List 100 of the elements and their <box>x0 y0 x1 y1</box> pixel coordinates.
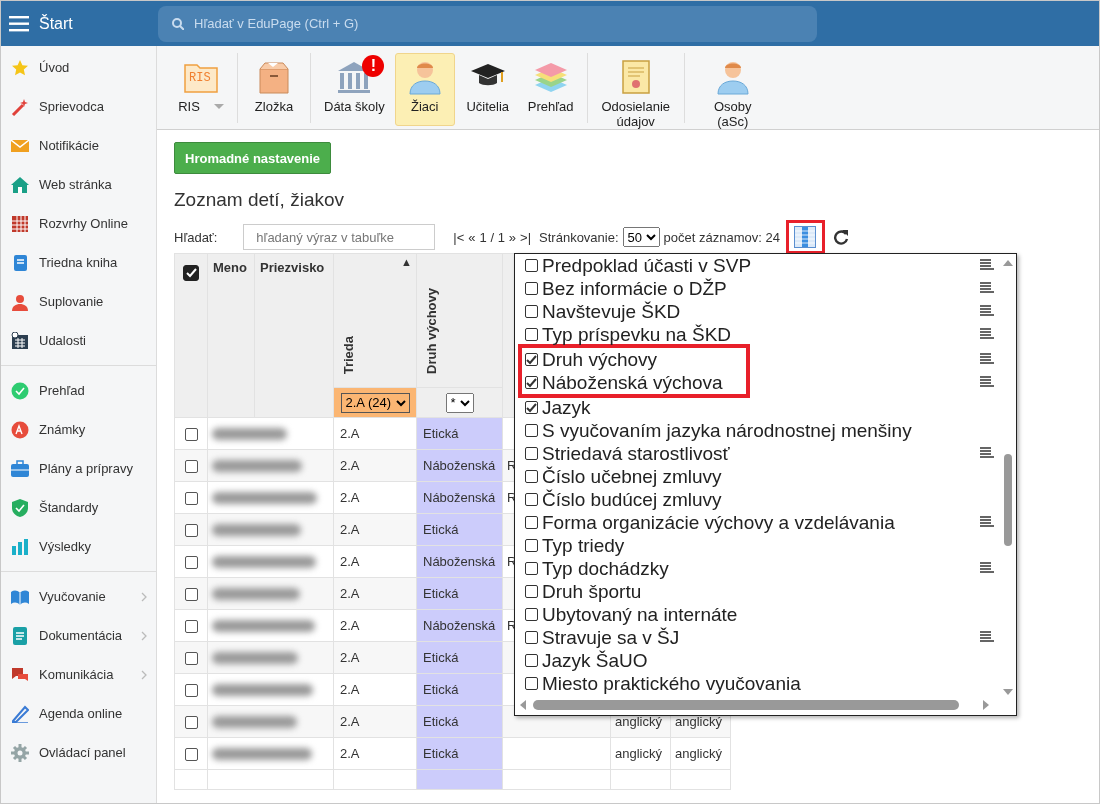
sidebar-item[interactable]: Plány a prípravy <box>1 449 156 488</box>
last-page-link[interactable]: >| <box>520 229 532 245</box>
column-option[interactable]: Druh výchovy <box>525 348 995 371</box>
sidebar-item[interactable]: Známky <box>1 410 156 449</box>
column-option[interactable]: Jazyk <box>525 396 995 419</box>
sidebar-item[interactable]: Sprievodca <box>1 87 156 126</box>
sidebar-item[interactable]: Dokumentácia <box>1 616 156 655</box>
row-checkbox[interactable] <box>184 652 198 666</box>
column-option[interactable]: Jazyk ŠaUO <box>525 649 995 672</box>
columns-icon <box>794 226 817 248</box>
sidebar-item[interactable]: Vyučovanie <box>1 577 156 616</box>
page-indicator: 1 / 1 <box>479 229 505 245</box>
briefcase-icon <box>11 459 29 478</box>
column-header[interactable]: Meno <box>213 260 247 275</box>
row-checkbox[interactable] <box>184 684 198 698</box>
row-checkbox[interactable] <box>184 620 198 634</box>
table-cell: 2.A <box>333 705 417 738</box>
page-size-select[interactable]: 50 <box>622 227 660 247</box>
column-option[interactable]: Predpoklad účasti v SVP <box>525 254 995 277</box>
first-page-link[interactable]: |< <box>453 229 465 245</box>
row-checkbox[interactable] <box>184 748 198 762</box>
column-header[interactable]: Druh výchovy <box>424 288 439 374</box>
checkbox[interactable] <box>525 516 538 529</box>
checkbox[interactable] <box>525 470 538 483</box>
sidebar-item[interactable]: Štandardy <box>1 488 156 527</box>
checkbox[interactable] <box>525 424 538 437</box>
table-cell: Etická <box>416 705 503 738</box>
column-option[interactable]: Navštevuje ŠKD <box>525 300 995 323</box>
column-option[interactable]: S vyučovaním jazyka národnostnej menšiny <box>525 419 995 442</box>
checkbox[interactable] <box>525 376 538 389</box>
table-cell: anglický <box>670 737 731 770</box>
record-count: počet záznamov: 24 <box>663 229 780 245</box>
calendar-icon <box>11 214 29 233</box>
checkbox[interactable] <box>525 539 538 552</box>
checkbox[interactable] <box>525 562 538 575</box>
column-option[interactable]: Druh športu <box>525 580 995 603</box>
sidebar-item[interactable]: Rozvrhy Online <box>1 204 156 243</box>
row-checkbox[interactable] <box>184 428 198 442</box>
column-header[interactable]: Priezvisko <box>260 260 325 275</box>
sort-arrow[interactable]: ▲ <box>401 256 412 268</box>
row-checkbox[interactable] <box>184 716 198 730</box>
column-option[interactable]: Miesto praktického vyučovania <box>525 672 995 695</box>
sidebar-item[interactable]: Ovládací panel <box>1 733 156 772</box>
table-search-field[interactable]: hľadaný výraz v tabuľke <box>243 224 436 250</box>
sidebar-item[interactable]: Úvod <box>1 48 156 87</box>
search-label: Hľadať: <box>174 229 218 245</box>
sidebar-item[interactable]: Web stránka <box>1 165 156 204</box>
checkbox[interactable] <box>525 305 538 318</box>
next-page-link[interactable]: » <box>508 229 517 245</box>
checkbox[interactable] <box>525 259 538 272</box>
column-option[interactable]: Bez informácie o DŽP <box>525 277 995 300</box>
checkbox[interactable] <box>525 677 538 690</box>
search-field[interactable]: Hľadať v EduPage (Ctrl + G) <box>158 5 817 42</box>
checkbox[interactable] <box>525 493 538 506</box>
check-icon <box>526 354 537 365</box>
toolbar-button[interactable]: Žiaci <box>394 53 455 126</box>
checkbox[interactable] <box>525 401 538 414</box>
checkbox[interactable] <box>525 608 538 621</box>
column-option[interactable]: Náboženská výchova <box>525 371 995 394</box>
row-checkbox[interactable] <box>184 524 198 538</box>
sidebar-item[interactable]: Notifikácie <box>1 126 156 165</box>
table-cell: 2.A <box>333 673 417 706</box>
column-option[interactable]: Typ príspevku na ŠKD <box>525 323 995 346</box>
previous-page-link[interactable]: « <box>468 229 476 245</box>
checkbox[interactable] <box>525 282 538 295</box>
toolbar-button[interactable]: Zložka <box>244 53 304 126</box>
column-filter[interactable]: * <box>445 392 474 413</box>
start-title[interactable]: Štart <box>39 14 73 33</box>
row-checkbox[interactable] <box>184 492 198 506</box>
row-checkbox[interactable] <box>184 556 198 570</box>
toolbar-button[interactable]: RIS RIS <box>171 53 231 126</box>
toolbar-button[interactable]: Prehľad <box>520 53 581 126</box>
column-filter[interactable]: 2.A (24) <box>340 392 410 413</box>
sidebar-item[interactable]: Komunikácia <box>1 655 156 694</box>
sidebar-item[interactable]: Udalosti <box>1 321 156 360</box>
select-all-checkbox[interactable] <box>183 264 199 281</box>
menu-icon[interactable] <box>9 14 29 33</box>
check-icon <box>185 267 197 279</box>
refresh-icon[interactable] <box>832 229 849 245</box>
checkbox[interactable] <box>525 447 538 460</box>
checkbox[interactable] <box>525 654 538 667</box>
checkbox[interactable] <box>525 328 538 341</box>
toolbar-button[interactable]: Učitelia <box>457 53 518 126</box>
checkbox[interactable] <box>525 631 538 644</box>
column-header[interactable]: Trieda <box>341 335 356 374</box>
checkbox[interactable] <box>525 353 538 366</box>
sidebar-item[interactable]: Agenda online <box>1 694 156 733</box>
table-cell: 2.A <box>333 641 417 674</box>
sidebar-item[interactable]: Triedna kniha <box>1 243 156 282</box>
chat-icon <box>11 665 29 684</box>
sidebar-item[interactable]: Suplovanie <box>1 282 156 321</box>
row-checkbox[interactable] <box>184 588 198 602</box>
table-cell: Etická <box>416 577 503 610</box>
row-checkbox[interactable] <box>184 460 198 474</box>
checkbox[interactable] <box>525 585 538 598</box>
toolbar-button[interactable]: ! Dáta školy <box>317 53 392 126</box>
column-option[interactable]: Forma organizácie výchovy a vzdelávania <box>525 511 995 534</box>
check-icon <box>526 402 537 413</box>
sidebar-item[interactable]: Výsledky <box>1 527 156 566</box>
sidebar-item[interactable]: Prehľad <box>1 371 156 410</box>
